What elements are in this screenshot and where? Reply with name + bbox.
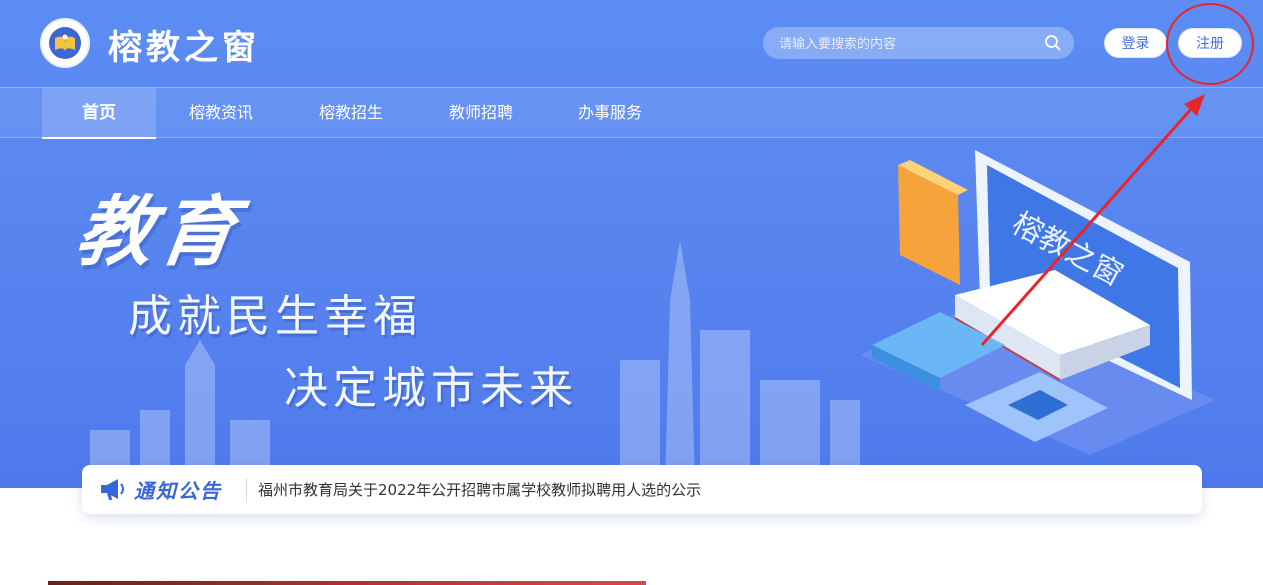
banner-line-1: 成就民生幸福 (128, 291, 422, 342)
megaphone-icon (101, 479, 124, 500)
site-name: 榕教之窗 (108, 28, 260, 68)
register-button[interactable]: 注册 (1178, 28, 1242, 58)
banner-headline: 教育 (70, 187, 248, 276)
search-icon[interactable] (1044, 34, 1062, 52)
hero-banner: 榕教之窗 榕教之窗 登录 注册 (0, 0, 1263, 488)
banner-line-2: 决定城市未来 (284, 363, 578, 414)
search-input[interactable] (777, 33, 1041, 55)
nav-item-news[interactable]: 榕教资讯 (170, 88, 272, 138)
main-nav: 首页 榕教资讯 榕教招生 教师招聘 办事服务 (0, 87, 1263, 139)
nav-item-home[interactable]: 首页 (42, 88, 156, 139)
nav-item-enrollment[interactable]: 榕教招生 (300, 88, 402, 138)
nav-item-teacher-recruitment[interactable]: 教师招聘 (430, 88, 532, 138)
search-box (763, 27, 1074, 59)
section-decor-bar (48, 581, 646, 585)
notice-title: 通知公告 (134, 479, 222, 503)
login-button[interactable]: 登录 (1104, 28, 1167, 58)
nav-item-services[interactable]: 办事服务 (559, 88, 661, 138)
site-logo[interactable] (40, 18, 90, 68)
notice-bar: 通知公告 福州市教育局关于2022年公开招聘市属学校教师拟聘用人选的公示 (82, 465, 1202, 514)
logo-book-icon (55, 34, 75, 52)
notice-link[interactable]: 福州市教育局关于2022年公开招聘市属学校教师拟聘用人选的公示 (258, 479, 701, 500)
notice-divider (246, 479, 247, 501)
